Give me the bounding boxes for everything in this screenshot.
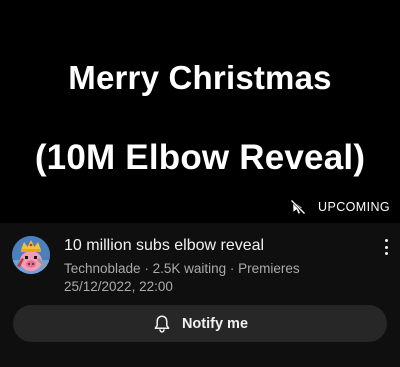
video-thumbnail[interactable]: Merry Christmas (10M Elbow Reveal) UPCOM… [0,0,400,223]
upcoming-label: UPCOMING [318,200,390,214]
separator-dot: · [226,261,239,276]
notify-me-label: Notify me [181,315,249,332]
no-cursor-icon [290,199,306,215]
separator-dot: · [140,261,153,276]
video-title[interactable]: 10 million subs elbow reveal [64,237,264,255]
thumbnail-title-line-1: Merry Christmas [68,59,332,96]
upcoming-badge: UPCOMING [290,199,390,215]
more-vert-icon[interactable] [382,239,390,255]
premieres-label: Premieres [238,261,300,276]
video-details: 10 million subs elbow reveal Technoblade… [0,223,400,367]
thumbnail-title-line-2: (10M Elbow Reveal) [34,138,366,177]
video-subtitle: Technoblade · 2.5K waiting · Premieres 2… [64,260,300,296]
notify-me-button[interactable]: Notify me [13,305,387,342]
waiting-count: 2.5K waiting [152,261,227,276]
premiere-datetime: 25/12/2022, 22:00 [64,279,173,294]
pig-avatar-icon[interactable] [12,236,50,274]
channel-name[interactable]: Technoblade [64,261,141,276]
bell-icon [152,314,172,334]
